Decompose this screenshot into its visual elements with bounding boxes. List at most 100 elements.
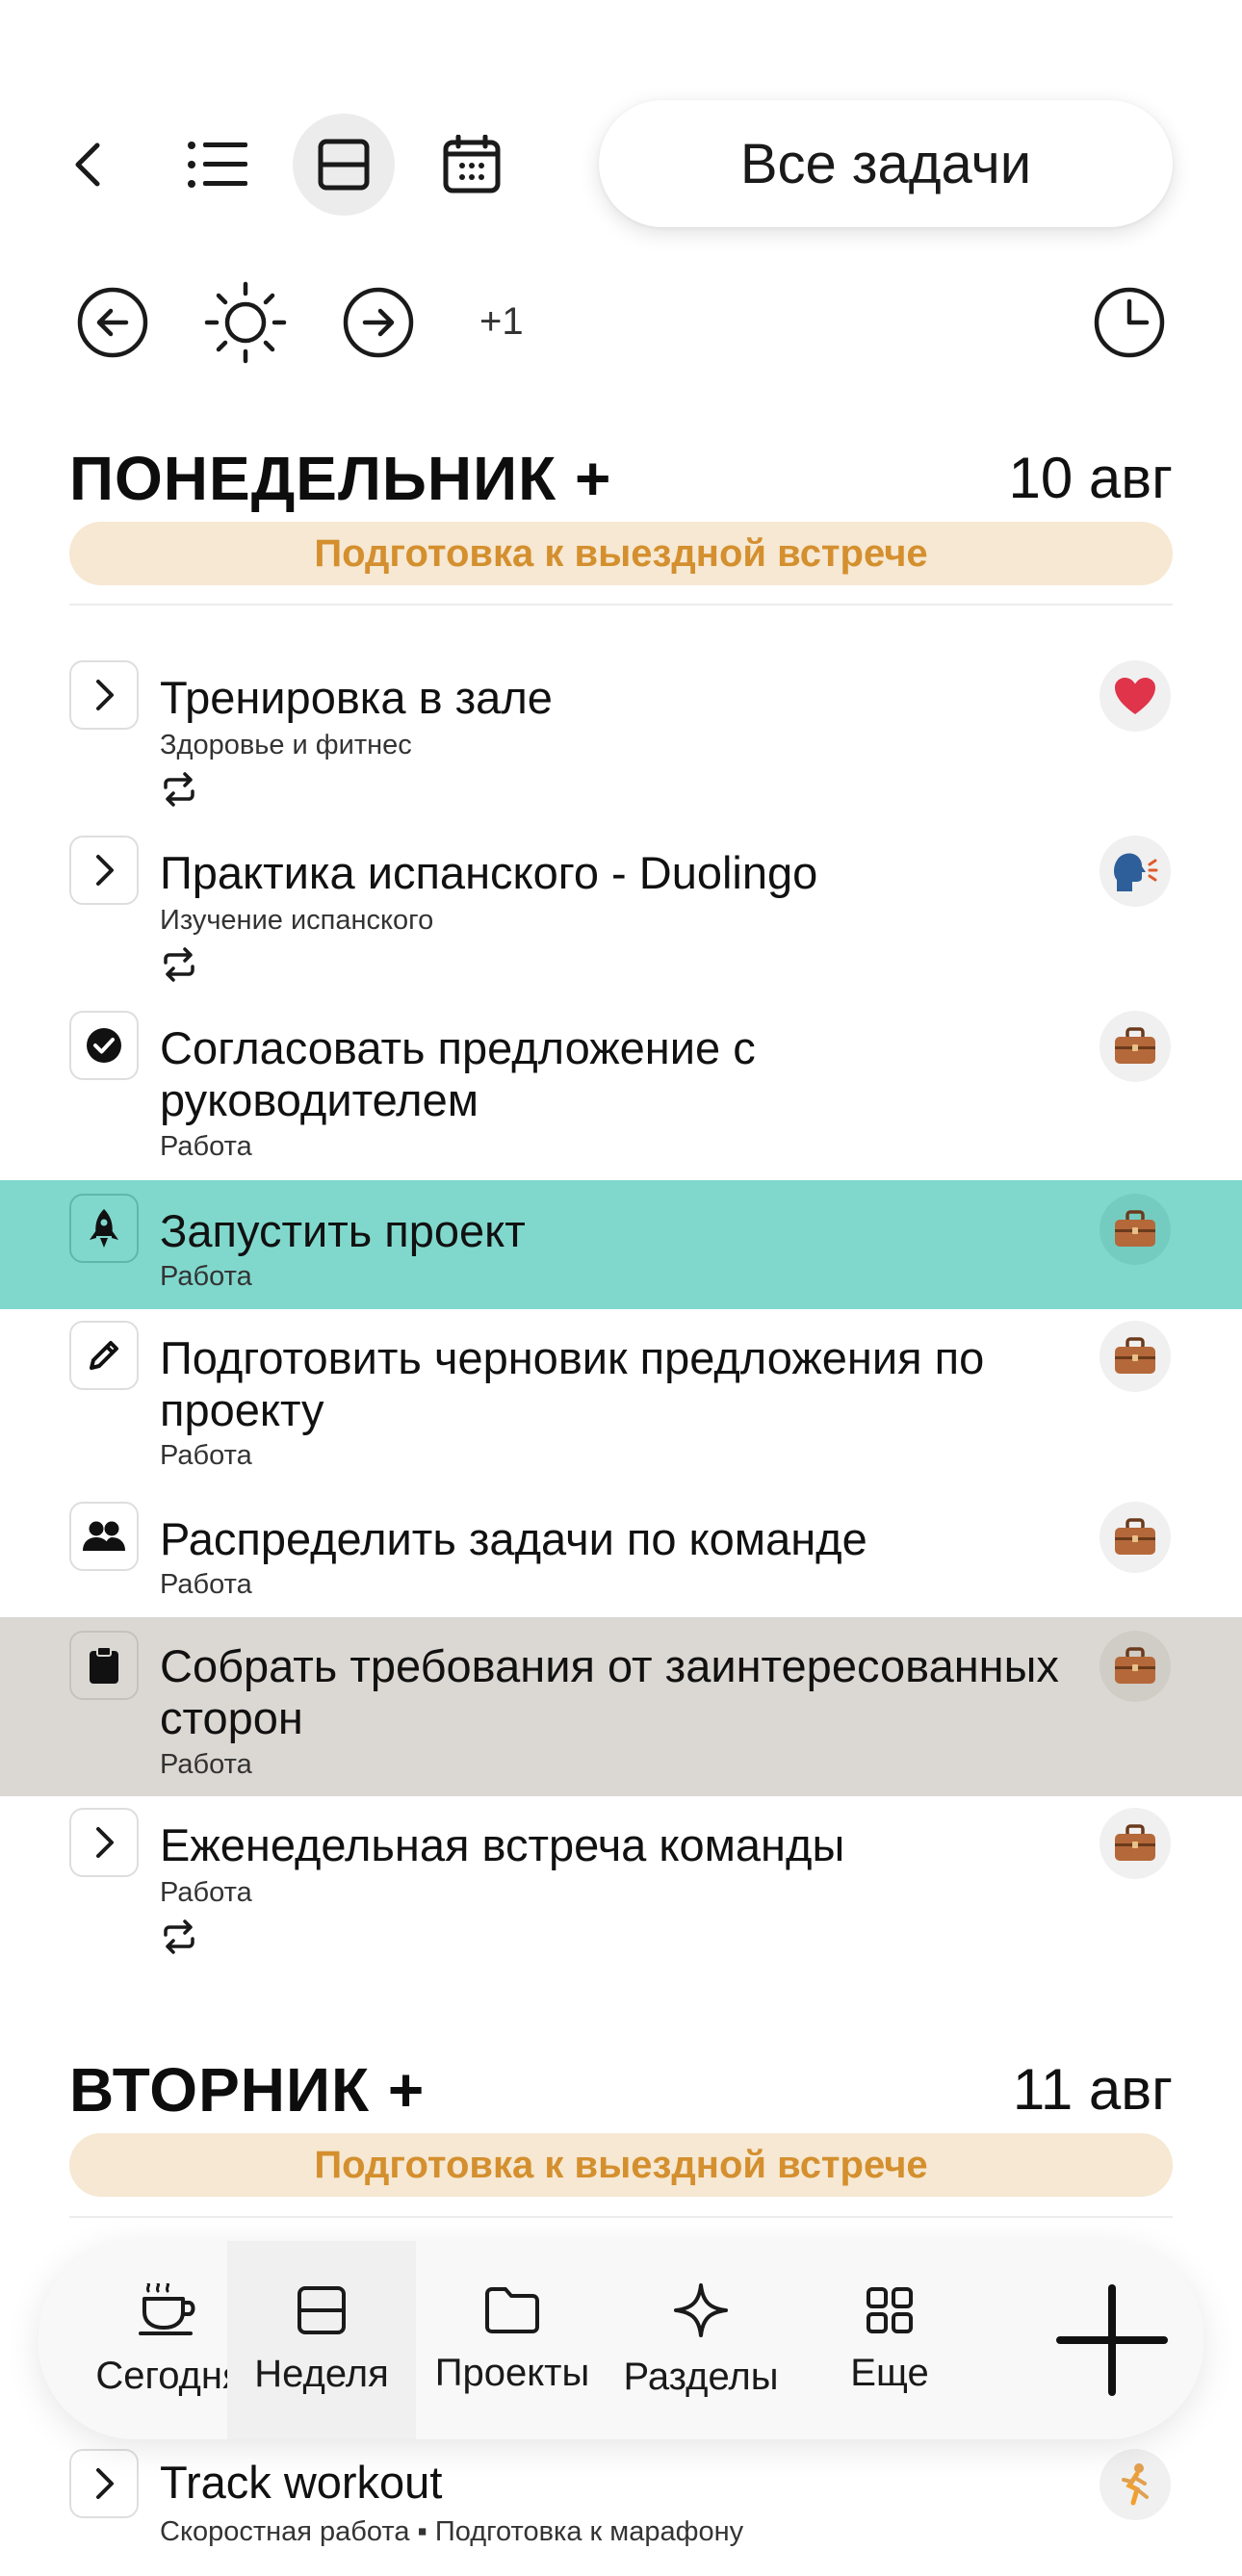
task-title[interactable]: Согласовать предложение с руководителем xyxy=(160,1022,1065,1126)
time-button[interactable] xyxy=(1086,279,1173,366)
filter-label: Все задачи xyxy=(739,132,1032,195)
repeat-icon xyxy=(164,772,194,807)
rocket-icon xyxy=(90,1209,118,1248)
task-category: Здоровье и фитнес xyxy=(160,730,412,760)
nav-sections[interactable]: Разделы xyxy=(607,2241,795,2439)
task-expand-button[interactable] xyxy=(69,1808,139,1877)
task-title[interactable]: Практика испанского - Duolingo xyxy=(160,847,1065,899)
day-date: 10 авг xyxy=(1008,446,1173,510)
task-title[interactable]: Распределить задачи по команде xyxy=(160,1513,1065,1565)
task-category: Работа xyxy=(160,1261,252,1292)
check-circle-icon xyxy=(87,1028,121,1063)
clipboard-icon xyxy=(90,1646,118,1684)
nav-label: Еще xyxy=(850,2351,929,2394)
briefcase-icon xyxy=(1115,1518,1155,1555)
filter-selector[interactable]: Все задачи xyxy=(599,100,1173,227)
speaking-head-icon xyxy=(1114,853,1158,891)
task-category: Изучение испанского xyxy=(160,905,434,936)
nav-week[interactable]: Неделя xyxy=(227,2241,416,2439)
coffee-cup-icon xyxy=(139,2282,195,2335)
task-title[interactable]: Тренировка в зале xyxy=(160,672,1065,724)
chevron-right-icon xyxy=(96,1827,114,1858)
bottom-nav: Сегодня Неделя Проекты Разделы Еще xyxy=(39,2241,1203,2439)
briefcase-icon xyxy=(1115,1647,1155,1684)
briefcase-icon xyxy=(1115,1027,1155,1064)
task-status-button[interactable] xyxy=(69,1011,139,1080)
category-badge[interactable] xyxy=(1100,2449,1171,2520)
task-title[interactable]: Track workout xyxy=(160,2457,1065,2509)
plus-icon xyxy=(1056,2284,1168,2396)
task-category: Работа xyxy=(160,1749,252,1780)
category-badge[interactable] xyxy=(1100,1194,1171,1265)
folder-icon xyxy=(485,2286,539,2333)
task-expand-button[interactable] xyxy=(69,660,139,730)
task-expand-button[interactable] xyxy=(69,2449,139,2518)
day-title[interactable]: ПОНЕДЕЛЬНИК + xyxy=(69,443,611,514)
week-view-icon xyxy=(298,2285,346,2334)
today-button[interactable] xyxy=(202,279,289,366)
category-badge[interactable] xyxy=(1100,1321,1171,1392)
calendar-button[interactable] xyxy=(421,114,523,216)
back-icon xyxy=(75,142,100,187)
task-category: Работа xyxy=(160,1440,252,1471)
task-status-button[interactable] xyxy=(69,1502,139,1571)
divider xyxy=(69,2216,1173,2218)
grid-icon xyxy=(867,2286,913,2333)
list-view-icon xyxy=(188,142,247,188)
next-day-button[interactable] xyxy=(335,279,422,366)
category-badge[interactable] xyxy=(1100,1011,1171,1082)
day-offset-label[interactable]: +1 xyxy=(479,300,524,344)
day-date: 11 авг xyxy=(1012,2057,1173,2122)
task-status-button[interactable] xyxy=(69,1321,139,1390)
people-icon xyxy=(83,1521,125,1551)
category-badge[interactable] xyxy=(1100,1502,1171,1573)
category-badge[interactable] xyxy=(1100,836,1171,907)
task-category: Скоростная работа ▪ Подготовка к марафон… xyxy=(160,2516,744,2547)
category-badge[interactable] xyxy=(1100,660,1171,732)
nav-more[interactable]: Еще xyxy=(795,2241,984,2439)
category-badge[interactable] xyxy=(1100,1808,1171,1879)
next-day-icon xyxy=(343,287,414,358)
nav-label: Неделя xyxy=(254,2352,389,2395)
day-banner[interactable]: Подготовка к выездной встрече xyxy=(69,2133,1173,2197)
runner-icon xyxy=(1122,2463,1149,2506)
briefcase-icon xyxy=(1115,1337,1155,1374)
task-title[interactable]: Еженедельная встреча команды xyxy=(160,1819,1065,1871)
nav-label: Сегодня xyxy=(95,2354,244,2397)
add-task-button[interactable] xyxy=(1040,2268,1184,2412)
task-title[interactable]: Запустить проект xyxy=(160,1205,1065,1257)
clock-icon xyxy=(1094,287,1165,358)
repeat-icon xyxy=(164,1919,194,1954)
divider xyxy=(69,604,1173,605)
sparkle-icon xyxy=(674,2282,728,2337)
day-title[interactable]: ВТОРНИК + xyxy=(69,2054,425,2125)
chevron-right-icon xyxy=(96,855,114,886)
task-status-button[interactable] xyxy=(69,1194,139,1263)
nav-label: Проекты xyxy=(434,2351,590,2394)
task-title[interactable]: Собрать требования от заинтересованных с… xyxy=(160,1640,1065,1744)
category-badge[interactable] xyxy=(1100,1631,1171,1702)
task-expand-button[interactable] xyxy=(69,836,139,905)
nav-label: Разделы xyxy=(623,2355,779,2398)
repeat-icon xyxy=(164,947,194,982)
briefcase-icon xyxy=(1115,1210,1155,1247)
nav-projects[interactable]: Проекты xyxy=(418,2241,607,2439)
week-view-icon xyxy=(318,139,370,191)
list-view-button[interactable] xyxy=(167,114,269,216)
task-category: Работа xyxy=(160,1569,252,1600)
previous-day-icon xyxy=(77,287,148,358)
today-sun-icon xyxy=(204,281,287,364)
week-view-button[interactable] xyxy=(293,114,395,216)
task-category: Работа xyxy=(160,1877,252,1908)
back-button[interactable] xyxy=(39,114,141,216)
task-category: Работа xyxy=(160,1131,252,1162)
calendar-icon xyxy=(443,135,501,193)
previous-day-button[interactable] xyxy=(69,279,156,366)
task-status-button[interactable] xyxy=(69,1631,139,1700)
chevron-right-icon xyxy=(96,680,114,710)
briefcase-icon xyxy=(1115,1824,1155,1861)
day-banner[interactable]: Подготовка к выездной встрече xyxy=(69,522,1173,585)
task-title[interactable]: Подготовить черновик предложения по прое… xyxy=(160,1332,1065,1436)
heart-icon xyxy=(1115,678,1155,714)
chevron-right-icon xyxy=(96,2468,114,2499)
